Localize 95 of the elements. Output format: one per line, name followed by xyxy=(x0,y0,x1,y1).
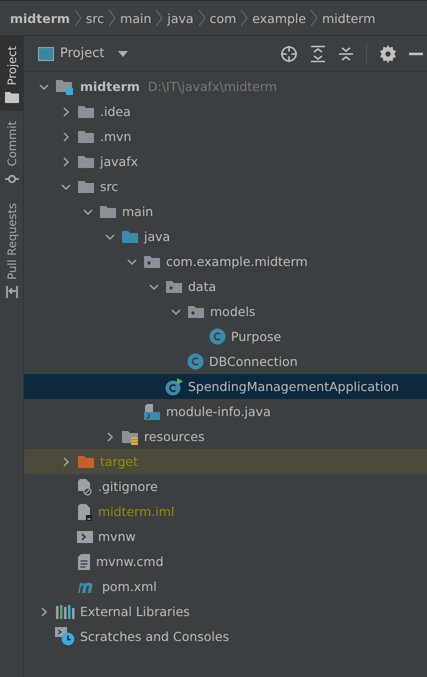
tree-row[interactable]: resources xyxy=(24,424,427,449)
side-tab[interactable]: Commit xyxy=(0,111,23,193)
breadcrumb[interactable]: example xyxy=(252,10,306,26)
tree-row[interactable]: javafx xyxy=(24,149,427,174)
tree-row[interactable]: mvnw.cmd xyxy=(24,549,427,574)
terminal-file-icon xyxy=(77,530,93,544)
breadcrumb[interactable]: src xyxy=(86,10,104,26)
tree-row[interactable]: .idea xyxy=(24,99,427,124)
node-label: Scratches and Consoles xyxy=(80,629,230,644)
class-icon xyxy=(187,353,204,370)
locate-icon[interactable] xyxy=(280,44,298,62)
tree-row[interactable]: com.example.midterm xyxy=(24,249,427,274)
project-view-icon xyxy=(38,46,54,60)
tree-row[interactable]: DBConnection xyxy=(24,349,427,374)
node-label: resources xyxy=(144,429,205,444)
side-tab[interactable]: Pull Requests xyxy=(0,192,23,308)
node-label: main xyxy=(122,204,154,219)
tree-row[interactable]: mvnw xyxy=(24,524,427,549)
libraries-icon xyxy=(55,604,75,620)
tree-row[interactable]: .mvn xyxy=(24,124,427,149)
panel-title[interactable]: Project xyxy=(60,46,104,61)
breadcrumb[interactable]: midterm xyxy=(322,10,376,26)
node-label: mvnw xyxy=(98,529,136,544)
breadcrumb[interactable]: main xyxy=(120,10,152,26)
separator-icon xyxy=(240,9,248,27)
node-label: target xyxy=(100,454,138,469)
node-label: .gitignore xyxy=(98,479,158,494)
module-folder-icon xyxy=(55,78,75,96)
separator-icon xyxy=(108,9,116,27)
tree-row[interactable]: External Libraries xyxy=(24,599,427,624)
node-label: pom.xml xyxy=(102,579,157,594)
class-icon xyxy=(209,328,226,345)
runnable-class-icon xyxy=(165,378,183,396)
package-icon xyxy=(143,254,161,270)
tree-row[interactable]: .gitignore xyxy=(24,474,427,499)
text-file-icon xyxy=(77,552,91,570)
module-file-icon xyxy=(77,502,93,520)
resources-folder-icon xyxy=(121,428,139,444)
node-label: mvnw.cmd xyxy=(96,554,164,569)
expand-all-icon[interactable] xyxy=(310,44,326,62)
node-label: com.example.midterm xyxy=(166,254,308,269)
node-label: SpendingManagementApplication xyxy=(188,379,399,394)
breadcrumb[interactable]: com xyxy=(210,10,236,26)
breadcrumb[interactable]: java xyxy=(167,10,194,26)
tree-row[interactable]: main xyxy=(24,199,427,224)
tree-row[interactable]: SpendingManagementApplication xyxy=(24,374,427,399)
node-label: Purpose xyxy=(231,329,282,344)
dropdown-caret-icon[interactable] xyxy=(118,50,128,56)
node-label: data xyxy=(188,279,216,294)
node-label: midterm.iml xyxy=(98,504,174,519)
folder-icon xyxy=(121,228,139,244)
node-label: module-info.java xyxy=(166,404,271,419)
folder-icon xyxy=(77,178,95,194)
breadcrumb[interactable]: midterm xyxy=(10,10,70,26)
node-path: D:\IT\javafx\midterm xyxy=(148,79,277,94)
node-label: java xyxy=(144,229,170,244)
tree-row[interactable]: src xyxy=(24,174,427,199)
tree-row[interactable]: java xyxy=(24,224,427,249)
folder-icon xyxy=(77,154,95,170)
commit-icon xyxy=(4,172,18,185)
separator-icon xyxy=(74,9,82,27)
tree-row[interactable]: data xyxy=(24,274,427,299)
folder-icon xyxy=(77,454,95,470)
folder-icon xyxy=(77,104,95,120)
minimize-icon[interactable] xyxy=(409,52,423,56)
node-label: .mvn xyxy=(100,129,132,144)
tree-row[interactable]: pom.xml xyxy=(24,574,427,599)
node-label: External Libraries xyxy=(80,604,190,619)
folder-icon xyxy=(77,128,95,144)
side-tab[interactable]: Project xyxy=(0,36,23,112)
tree-row[interactable]: midterm D:\IT\javafx\midterm xyxy=(24,74,427,99)
collapse-all-icon[interactable] xyxy=(338,44,354,62)
tree-row[interactable]: Scratches and Consoles xyxy=(24,624,427,649)
package-icon xyxy=(187,304,205,320)
folder-icon xyxy=(99,204,117,220)
separator-icon xyxy=(198,9,206,27)
node-label: DBConnection xyxy=(209,354,298,369)
tree-row[interactable]: Purpose xyxy=(24,324,427,349)
tree-row[interactable]: models xyxy=(24,299,427,324)
scratches-icon xyxy=(55,627,75,646)
node-label: .idea xyxy=(100,104,131,119)
package-icon xyxy=(165,278,183,294)
java-file-icon xyxy=(143,402,161,420)
node-label: javafx xyxy=(100,154,138,169)
tree-row[interactable]: midterm.iml xyxy=(24,499,427,524)
tree-row[interactable]: module-info.java xyxy=(24,399,427,424)
separator-icon xyxy=(155,9,164,27)
folder-icon xyxy=(4,91,18,104)
node-label: src xyxy=(100,179,118,194)
pull-request-icon xyxy=(4,285,18,300)
settings-icon[interactable] xyxy=(379,44,397,62)
node-label: models xyxy=(210,304,256,319)
separator-icon xyxy=(310,9,318,27)
node-label: midterm xyxy=(80,79,140,94)
ignore-file-icon xyxy=(77,478,93,496)
